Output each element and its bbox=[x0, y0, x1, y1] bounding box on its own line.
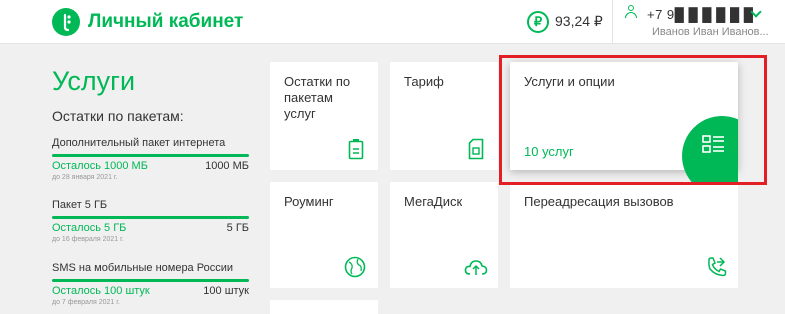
top-header: Личный кабинет ₽ 93,24 ₽ +7 9█ █ █ █ █ █… bbox=[0, 0, 785, 44]
tile-balances[interactable]: Остатки по пакетам услуг bbox=[270, 62, 378, 170]
package-progress-bar bbox=[52, 154, 249, 157]
tile-title: Переадресация вызовов bbox=[524, 194, 674, 209]
package-date: до 28 января 2021 г. bbox=[52, 174, 118, 181]
services-count: 10 услуг bbox=[524, 144, 574, 159]
tile-partial[interactable] bbox=[270, 300, 378, 314]
package-total: 1000 МБ bbox=[205, 160, 249, 172]
tile-title: Роуминг bbox=[284, 194, 334, 209]
cloud-icon bbox=[464, 260, 488, 275]
tile-title: Остатки по пакетам услуг bbox=[284, 74, 351, 121]
balance-amount[interactable]: 93,24 ₽ bbox=[555, 13, 603, 30]
tile-title: Услуги и опции bbox=[524, 74, 615, 89]
megafon-logo-icon[interactable] bbox=[52, 8, 80, 36]
package-total: 100 штук bbox=[203, 285, 249, 297]
package-item: Дополнительный пакет интернета Осталось … bbox=[52, 137, 249, 181]
package-name: Пакет 5 ГБ bbox=[52, 199, 108, 211]
tile-roaming[interactable]: Роуминг bbox=[270, 182, 378, 288]
package-item: Пакет 5 ГБ Осталось 5 ГБ 5 ГБ до 16 февр… bbox=[52, 199, 249, 243]
battery-icon bbox=[348, 139, 364, 160]
ruble-icon: ₽ bbox=[527, 11, 549, 33]
package-date: до 16 февраля 2021 г. bbox=[52, 236, 124, 243]
package-item: SMS на мобильные номера России Осталось … bbox=[52, 262, 249, 306]
package-date: до 7 февраля 2021 г. bbox=[52, 299, 120, 306]
page-title: Услуги bbox=[52, 66, 136, 96]
sim-card-icon bbox=[468, 138, 484, 160]
user-icon bbox=[625, 5, 637, 19]
phone-number[interactable]: +7 9█ █ █ █ █ █ bbox=[647, 7, 754, 22]
package-name: SMS на мобильные номера России bbox=[52, 262, 233, 274]
tile-megadisk[interactable]: МегаДиск bbox=[390, 182, 498, 288]
packages-heading: Остатки по пакетам: bbox=[52, 108, 184, 124]
package-remaining: Осталось 100 штук bbox=[52, 285, 150, 297]
tile-tariff[interactable]: Тариф bbox=[390, 62, 498, 170]
package-remaining: Осталось 5 ГБ bbox=[52, 222, 127, 234]
package-total: 5 ГБ bbox=[226, 222, 249, 234]
tile-title: Тариф bbox=[404, 74, 444, 89]
tile-title: МегаДиск bbox=[404, 194, 463, 209]
user-name[interactable]: Иванов Иван Иванов... bbox=[652, 26, 769, 38]
package-name: Дополнительный пакет интернета bbox=[52, 137, 226, 149]
call-forward-icon bbox=[708, 257, 727, 277]
package-progress-bar bbox=[52, 216, 249, 219]
package-progress-bar bbox=[52, 279, 249, 282]
list-icon bbox=[702, 135, 724, 153]
package-remaining: Осталось 1000 МБ bbox=[52, 160, 148, 172]
brand-title[interactable]: Личный кабинет bbox=[88, 11, 243, 33]
tile-call-forwarding[interactable]: Переадресация вызовов bbox=[510, 182, 738, 288]
globe-icon bbox=[344, 256, 366, 278]
header-divider bbox=[612, 0, 613, 44]
